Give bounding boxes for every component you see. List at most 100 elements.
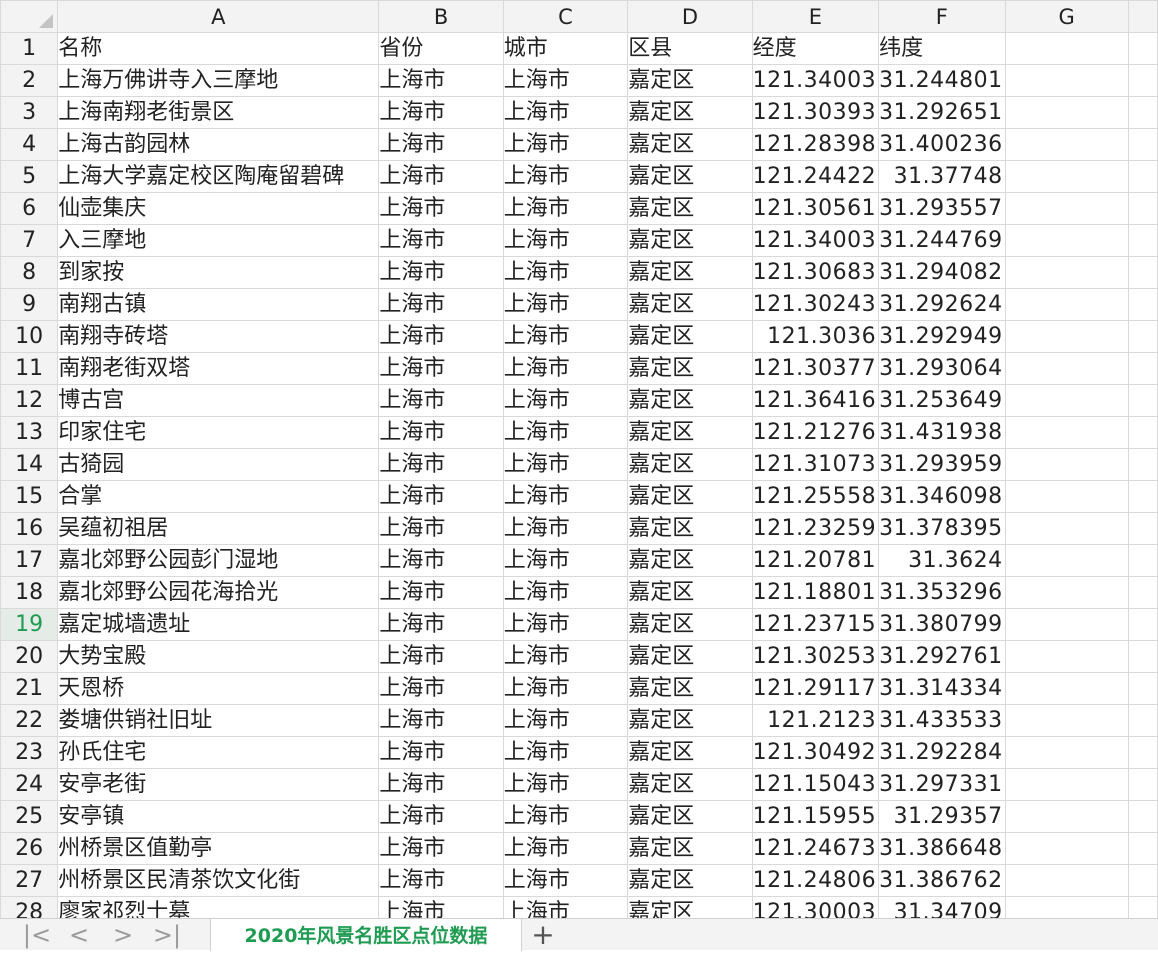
row-header[interactable]: 27 — [0, 864, 59, 897]
row-header[interactable]: 20 — [0, 640, 59, 673]
cell-empty-h[interactable] — [1127, 256, 1158, 289]
row-header[interactable]: 22 — [0, 704, 59, 737]
cell-longitude[interactable]: 121.30253 — [751, 640, 880, 673]
cell-district[interactable]: 嘉定区 — [627, 800, 753, 833]
row-header[interactable]: 15 — [0, 480, 59, 513]
cell-longitude[interactable]: 121.30492 — [751, 736, 880, 769]
cell-city[interactable]: 上海市 — [502, 608, 629, 641]
cell-district[interactable]: 嘉定区 — [627, 160, 753, 193]
cell-district[interactable]: 嘉定区 — [627, 384, 753, 417]
plus-icon[interactable]: + — [528, 919, 558, 951]
cell-province[interactable]: 上海市 — [378, 128, 504, 161]
cell-name[interactable]: 州桥景区值勤亭 — [57, 832, 380, 865]
cell-district[interactable]: 嘉定区 — [627, 64, 753, 97]
cell-province[interactable]: 上海市 — [378, 672, 504, 705]
cell-longitude[interactable]: 121.29117 — [751, 672, 880, 705]
cell-latitude[interactable]: 31.292949 — [878, 320, 1006, 353]
cell-city[interactable]: 上海市 — [502, 256, 629, 289]
cell-name[interactable]: 合掌 — [57, 480, 380, 513]
cell-name[interactable]: 上海万佛讲寺入三摩地 — [57, 64, 380, 97]
cell-province[interactable]: 上海市 — [378, 800, 504, 833]
cell-empty-h[interactable] — [1127, 160, 1158, 193]
cell-empty-h[interactable] — [1127, 896, 1158, 918]
cell-empty-g[interactable] — [1004, 288, 1129, 321]
cell-empty-h[interactable] — [1127, 352, 1158, 385]
cell-empty-g[interactable] — [1004, 512, 1129, 545]
row-header[interactable]: 18 — [0, 576, 59, 609]
cell-name[interactable]: 上海南翔老街景区 — [57, 96, 380, 129]
header-cell[interactable]: 经度 — [751, 32, 880, 65]
cell-city[interactable]: 上海市 — [502, 192, 629, 225]
cell-district[interactable]: 嘉定区 — [627, 832, 753, 865]
column-header-f[interactable]: F — [878, 0, 1006, 33]
select-all-corner[interactable] — [0, 0, 59, 33]
cell-longitude[interactable]: 121.24806 — [751, 864, 880, 897]
cell-name[interactable]: 廖家祁烈士墓 — [57, 896, 380, 918]
cell-province[interactable]: 上海市 — [378, 896, 504, 918]
cell-empty-g[interactable] — [1004, 32, 1129, 65]
cell-name[interactable]: 古猗园 — [57, 448, 380, 481]
row-header[interactable]: 28 — [0, 896, 59, 918]
cell-latitude[interactable]: 31.380799 — [878, 608, 1006, 641]
cell-province[interactable]: 上海市 — [378, 256, 504, 289]
last-sheet-icon[interactable]: >| — [152, 921, 182, 949]
cell-city[interactable]: 上海市 — [502, 800, 629, 833]
row-header[interactable]: 5 — [0, 160, 59, 193]
cell-city[interactable]: 上海市 — [502, 736, 629, 769]
row-header[interactable]: 16 — [0, 512, 59, 545]
cell-province[interactable]: 上海市 — [378, 352, 504, 385]
cell-empty-h[interactable] — [1127, 384, 1158, 417]
row-header[interactable]: 19 — [0, 608, 59, 641]
cell-city[interactable]: 上海市 — [502, 672, 629, 705]
cell-province[interactable]: 上海市 — [378, 416, 504, 449]
cell-empty-h[interactable] — [1127, 192, 1158, 225]
column-header-g[interactable]: G — [1004, 0, 1129, 33]
row-header[interactable]: 1 — [0, 32, 59, 65]
cell-name[interactable]: 吴蕴初祖居 — [57, 512, 380, 545]
cell-city[interactable]: 上海市 — [502, 160, 629, 193]
cell-empty-h[interactable] — [1127, 320, 1158, 353]
cell-city[interactable]: 上海市 — [502, 224, 629, 257]
cell-longitude[interactable]: 121.30683 — [751, 256, 880, 289]
cell-name[interactable]: 安亭镇 — [57, 800, 380, 833]
cell-empty-h[interactable] — [1127, 768, 1158, 801]
cell-province[interactable]: 上海市 — [378, 512, 504, 545]
cell-district[interactable]: 嘉定区 — [627, 736, 753, 769]
cell-province[interactable]: 上海市 — [378, 864, 504, 897]
cell-name[interactable]: 嘉北郊野公园花海拾光 — [57, 576, 380, 609]
cell-city[interactable]: 上海市 — [502, 352, 629, 385]
cell-district[interactable]: 嘉定区 — [627, 768, 753, 801]
row-header[interactable]: 23 — [0, 736, 59, 769]
cell-district[interactable]: 嘉定区 — [627, 320, 753, 353]
cell-province[interactable]: 上海市 — [378, 64, 504, 97]
cell-empty-g[interactable] — [1004, 704, 1129, 737]
cell-name[interactable]: 安亭老街 — [57, 768, 380, 801]
column-header-c[interactable]: C — [502, 0, 629, 33]
cell-longitude[interactable]: 121.28398 — [751, 128, 880, 161]
cell-city[interactable]: 上海市 — [502, 96, 629, 129]
cell-province[interactable]: 上海市 — [378, 448, 504, 481]
cell-empty-h[interactable] — [1127, 608, 1158, 641]
cell-empty-h[interactable] — [1127, 96, 1158, 129]
cell-city[interactable]: 上海市 — [502, 832, 629, 865]
cell-province[interactable]: 上海市 — [378, 704, 504, 737]
cell-longitude[interactable]: 121.30243 — [751, 288, 880, 321]
cell-longitude[interactable]: 121.3036 — [751, 320, 880, 353]
cell-latitude[interactable]: 31.297331 — [878, 768, 1006, 801]
header-cell[interactable]: 城市 — [502, 32, 629, 65]
header-cell[interactable]: 名称 — [57, 32, 380, 65]
cell-longitude[interactable]: 121.23715 — [751, 608, 880, 641]
cell-province[interactable]: 上海市 — [378, 96, 504, 129]
cell-latitude[interactable]: 31.292284 — [878, 736, 1006, 769]
cell-name[interactable]: 上海古韵园林 — [57, 128, 380, 161]
row-header[interactable]: 14 — [0, 448, 59, 481]
cell-empty-g[interactable] — [1004, 448, 1129, 481]
cell-empty-h[interactable] — [1127, 64, 1158, 97]
row-header[interactable]: 6 — [0, 192, 59, 225]
cell-empty-h[interactable] — [1127, 416, 1158, 449]
next-sheet-icon[interactable]: > — [108, 921, 138, 949]
cell-name[interactable]: 孙氏住宅 — [57, 736, 380, 769]
cell-latitude[interactable]: 31.293064 — [878, 352, 1006, 385]
cell-longitude[interactable]: 121.15043 — [751, 768, 880, 801]
cell-province[interactable]: 上海市 — [378, 640, 504, 673]
